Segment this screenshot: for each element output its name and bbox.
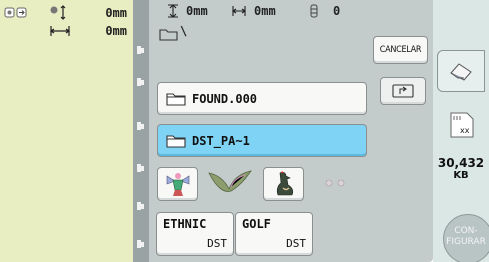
delete-button[interactable] <box>437 50 485 92</box>
bird-embroidery-icon <box>208 170 252 192</box>
folder-icon <box>166 92 186 106</box>
design-info-panel: 0mm 0mm <box>0 0 133 262</box>
folder-button-selected[interactable]: DST_PA~1 <box>157 124 367 157</box>
folder-button[interactable]: FOUND.000 <box>157 82 367 115</box>
embroidery-file-browser-screen: 0mm 0mm 0mm 0mm 0 \ CANCELAR FOUND.000 D… <box>0 0 489 262</box>
capacity-unit: KB <box>453 170 469 181</box>
memory-card-label: xx <box>460 126 470 135</box>
capacity-value: 30,432 <box>437 156 485 170</box>
settings-button[interactable]: CON- FIGURAR <box>443 214 489 262</box>
design-thumbnail-3[interactable] <box>263 167 304 201</box>
design-width-value: 0mm <box>105 24 127 38</box>
width-arrow-icon <box>232 6 246 16</box>
design-size-bar: 0mm 0mm 0 <box>149 0 433 22</box>
strip-marker-icon <box>137 78 144 86</box>
divider-strip <box>133 0 149 262</box>
design-height-value: 0mm <box>105 6 127 20</box>
cancel-button-label: CANCELAR <box>379 45 422 55</box>
angel-embroidery-icon <box>166 173 189 196</box>
strip-marker-icon <box>137 164 144 172</box>
design-thumbnail-4[interactable] <box>311 167 361 199</box>
width-value: 0mm <box>254 4 276 18</box>
strip-marker-icon <box>137 240 144 248</box>
folder-icon <box>166 134 186 148</box>
small-design-icon <box>325 179 345 187</box>
dimension-row-2: 0mm <box>0 23 133 43</box>
folder-up-icon <box>392 84 414 98</box>
folder-name: DST_PA~1 <box>192 133 250 148</box>
file-button[interactable]: GOLF DST <box>235 212 313 256</box>
parent-folder-button[interactable] <box>380 77 426 105</box>
rooster-embroidery-icon <box>276 171 293 196</box>
storage-panel: xx 30,432 KB CON- FIGURAR <box>433 0 489 262</box>
file-type: DST <box>207 237 227 250</box>
eraser-icon <box>450 63 472 81</box>
height-value: 0mm <box>186 4 208 18</box>
strip-marker-icon <box>137 122 144 130</box>
design-thumbnail-2[interactable] <box>204 164 254 200</box>
folder-path-icon <box>159 29 178 41</box>
height-arrow-icon <box>168 4 178 18</box>
height-icon <box>50 5 66 20</box>
strip-marker-icon <box>137 46 144 54</box>
settings-label-line2: FIGURAR <box>446 237 486 247</box>
file-browser-panel: 0mm 0mm 0 \ CANCELAR FOUND.000 DST_PA~1 … <box>149 0 433 262</box>
dimension-row-1: 0mm <box>0 4 133 24</box>
file-type: DST <box>286 237 306 250</box>
width-icon <box>49 26 71 36</box>
folder-name: FOUND.000 <box>192 91 258 106</box>
file-name: ETHNIC <box>163 217 207 231</box>
stitch-count-value: 0 <box>333 4 341 18</box>
file-name: GOLF <box>242 217 271 231</box>
design-thumbnail-1[interactable] <box>157 167 198 201</box>
file-button[interactable]: ETHNIC DST <box>156 212 234 256</box>
cancel-button[interactable]: CANCELAR <box>373 36 428 64</box>
position-arrows-icon <box>4 7 27 18</box>
strip-marker-icon <box>137 202 144 210</box>
path-text: \ <box>180 24 188 38</box>
stitch-count-icon <box>310 4 318 18</box>
settings-label-line1: CON- <box>454 226 478 236</box>
